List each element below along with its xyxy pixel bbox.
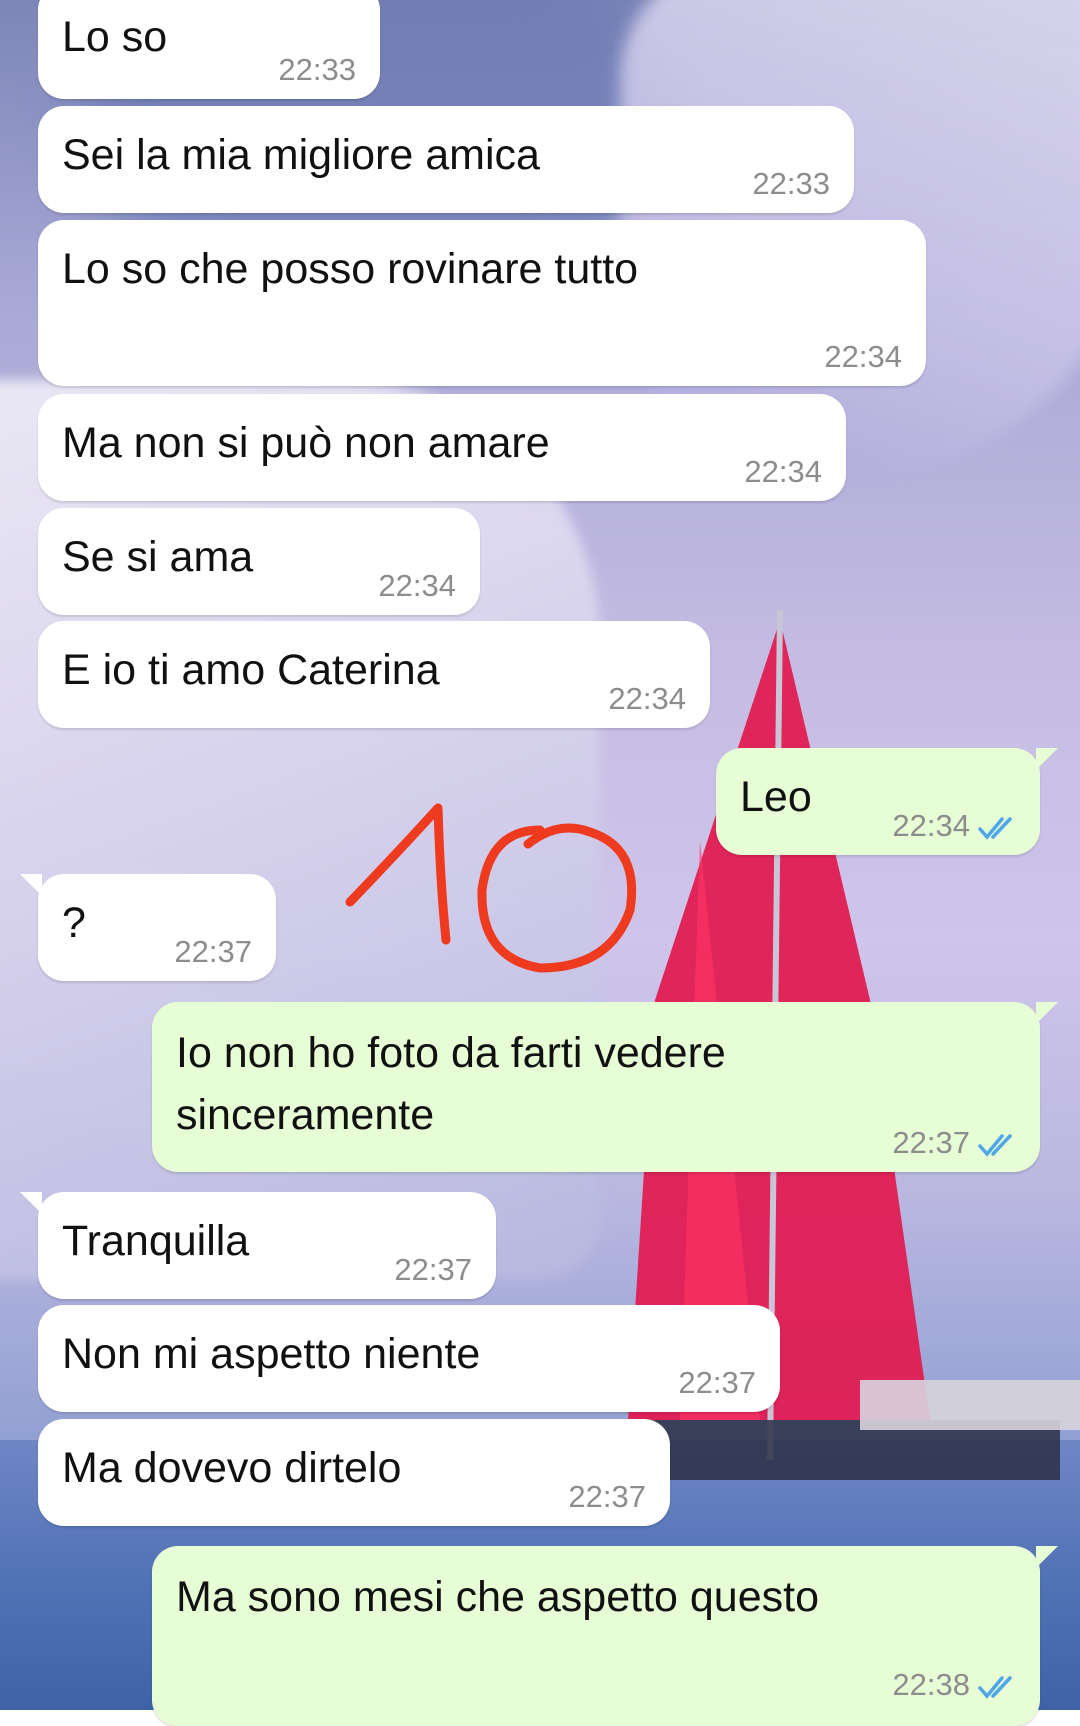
read-receipt-icon [978,817,1012,840]
message-text: Lo so [62,13,168,61]
message-time: 22:37 [174,934,252,969]
bubble-tail [20,1192,42,1214]
message-bubble-outgoing[interactable]: Io non ho foto da farti vedere sincerame… [152,1002,1058,1172]
bubble-tail [20,874,42,896]
message-text: Ma sono mesi che aspetto questo [176,1573,819,1621]
handwritten-annotation-10: 10 [345,803,637,973]
message-bubble[interactable]: Lo so 22:33 [38,0,380,99]
message-time: 22:34 [892,808,970,843]
message-bubble-outgoing[interactable]: Leo 22:34 [716,748,1058,855]
message-time: 22:37 [678,1365,756,1400]
bubble-tail [1036,748,1058,770]
message-bubble[interactable]: E io ti amo Caterina 22:34 [38,621,710,728]
read-receipt-icon [978,1676,1012,1699]
message-time: 22:34 [608,681,686,716]
message-text: Se si ama [62,533,254,581]
message-bubble[interactable]: Lo so che posso rovinare tutto 22:34 [38,220,926,386]
message-bubble[interactable]: Ma dovevo dirtelo 22:37 [38,1419,670,1526]
message-text: Ma dovevo dirtelo [62,1444,402,1492]
bubble-tail [1036,1546,1058,1568]
message-bubble[interactable]: Se si ama 22:34 [38,508,480,615]
message-bubble[interactable]: Non mi aspetto niente 22:37 [38,1305,780,1412]
message-text: Non mi aspetto niente [62,1330,481,1378]
message-text: Ma non si può non amare [62,419,550,467]
message-time: 22:34 [824,339,902,374]
message-text: Lo so che posso rovinare tutto [62,245,639,293]
message-bubble[interactable]: Ma non si può non amare 22:34 [38,394,846,501]
message-text: ? [62,899,86,947]
message-time: 22:33 [278,52,356,87]
message-text: Sei la mia migliore amica [62,131,540,179]
message-bubble[interactable]: Sei la mia migliore amica 22:33 [38,106,854,213]
bubble-tail [1036,1002,1058,1024]
message-time: 22:33 [752,166,830,201]
message-time: 22:37 [568,1479,646,1514]
read-receipt-icon [978,1134,1012,1157]
message-time: 22:37 [892,1125,970,1160]
message-text: Io non ho foto da farti vedere sincerame… [176,1029,726,1139]
message-time: 22:37 [394,1252,472,1287]
message-time: 22:34 [378,568,456,603]
message-bubble-outgoing[interactable]: Ma sono mesi che aspetto questo 22:38 [152,1546,1058,1726]
message-bubble[interactable]: Tranquilla 22:37 [20,1192,496,1299]
message-time: 22:34 [744,454,822,489]
message-bubble[interactable]: ? 22:37 [20,874,276,981]
message-text: E io ti amo Caterina [62,646,440,694]
message-text: Leo [740,773,812,821]
message-time: 22:38 [892,1667,970,1702]
message-text: Tranquilla [62,1217,250,1265]
